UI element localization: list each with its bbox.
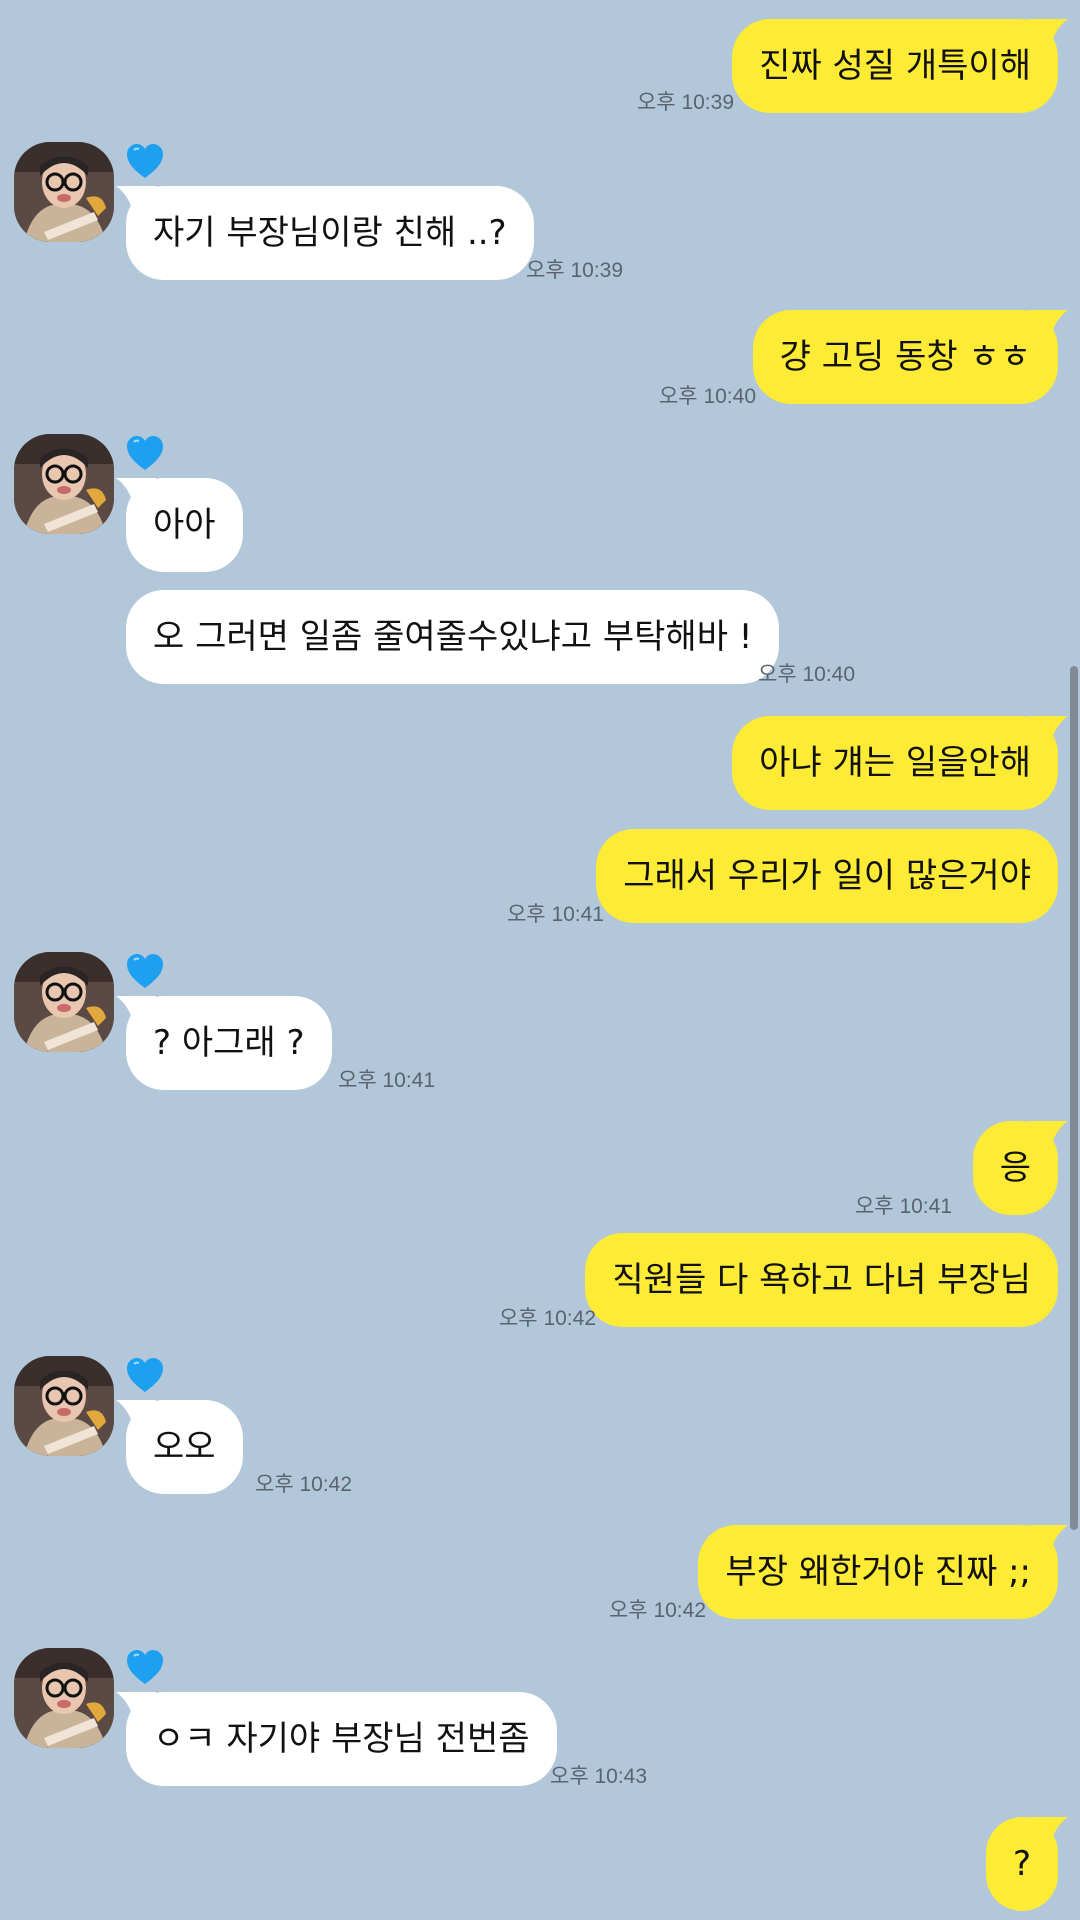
message-text: ㅇㅋ 자기야 부장님 전번좀 bbox=[153, 1719, 530, 1759]
message-time: 오후 10:40 bbox=[658, 385, 756, 408]
message-text: 아아 bbox=[153, 505, 216, 545]
scrollbar[interactable] bbox=[1070, 666, 1078, 1530]
blue-heart-icon bbox=[126, 1358, 164, 1394]
message-time: 오후 10:42 bbox=[255, 1473, 353, 1496]
contact-avatar[interactable] bbox=[14, 434, 114, 534]
blue-heart-icon bbox=[126, 954, 164, 990]
message-bubble-incoming[interactable]: ㅇㅋ 자기야 부장님 전번좀 bbox=[116, 1692, 557, 1786]
message-bubble-outgoing[interactable]: ? bbox=[985, 1817, 1068, 1911]
message-bubble-outgoing[interactable]: 걍 고딩 동창 ㅎㅎ bbox=[752, 310, 1068, 404]
message-text: 오 그러면 일좀 줄여줄수있냐고 부탁해바 ! bbox=[153, 617, 753, 657]
blue-heart-icon bbox=[126, 1650, 164, 1686]
message-bubble-incoming[interactable]: ? 아그래 ? bbox=[116, 996, 332, 1090]
chat-area[interactable]: 진짜 성질 개특이해 오후 10:39 자기 부장님이랑 친해 ..? 오후 1… bbox=[0, 0, 1080, 1920]
message-text: 걍 고딩 동창 ㅎㅎ bbox=[779, 337, 1031, 377]
blue-heart-icon bbox=[126, 436, 164, 472]
message-text: 아냐 걔는 일을안해 bbox=[759, 743, 1031, 783]
message-text: 직원들 다 욕하고 다녀 부장님 bbox=[612, 1260, 1031, 1300]
message-time: 오후 10:41 bbox=[854, 1195, 952, 1218]
contact-avatar[interactable] bbox=[14, 1356, 114, 1456]
message-time: 오후 10:39 bbox=[636, 91, 734, 114]
message-time: 오후 10:40 bbox=[758, 663, 856, 686]
message-text: 진짜 성질 개특이해 bbox=[759, 46, 1031, 86]
message-bubble-incoming[interactable]: 오오 bbox=[116, 1400, 243, 1494]
message-time: 오후 10:42 bbox=[608, 1599, 706, 1622]
message-bubble-incoming[interactable]: 아아 bbox=[116, 478, 243, 572]
contact-avatar[interactable] bbox=[14, 952, 114, 1052]
message-text: 응 bbox=[999, 1148, 1031, 1188]
contact-avatar[interactable] bbox=[14, 142, 114, 242]
message-time: 오후 10:39 bbox=[526, 259, 624, 282]
message-time: 오후 10:42 bbox=[498, 1307, 596, 1330]
message-bubble-outgoing[interactable]: 응 bbox=[972, 1121, 1068, 1215]
message-bubble-outgoing[interactable]: 진짜 성질 개특이해 bbox=[732, 19, 1068, 113]
message-time: 오후 10:43 bbox=[550, 1765, 648, 1788]
message-bubble-outgoing[interactable]: 아냐 걔는 일을안해 bbox=[732, 716, 1068, 810]
message-time: 오후 10:41 bbox=[338, 1069, 436, 1092]
message-bubble-incoming[interactable]: 자기 부장님이랑 친해 ..? bbox=[116, 186, 534, 280]
message-bubble-incoming[interactable]: 오 그러면 일좀 줄여줄수있냐고 부탁해바 ! bbox=[126, 590, 780, 684]
message-text: 그래서 우리가 일이 많은거야 bbox=[623, 856, 1031, 896]
message-text: ? bbox=[1012, 1844, 1031, 1884]
message-bubble-outgoing[interactable]: 그래서 우리가 일이 많은거야 bbox=[596, 829, 1058, 923]
message-text: 오오 bbox=[153, 1427, 216, 1467]
contact-avatar[interactable] bbox=[14, 1648, 114, 1748]
message-text: 자기 부장님이랑 친해 ..? bbox=[153, 213, 507, 253]
message-bubble-outgoing[interactable]: 직원들 다 욕하고 다녀 부장님 bbox=[585, 1233, 1058, 1327]
blue-heart-icon bbox=[126, 144, 164, 180]
message-text: ? 아그래 ? bbox=[153, 1023, 305, 1063]
message-bubble-outgoing[interactable]: 부장 왜한거야 진짜 ;; bbox=[698, 1525, 1068, 1619]
message-text: 부장 왜한거야 진짜 ;; bbox=[725, 1552, 1031, 1592]
message-time: 오후 10:41 bbox=[506, 903, 604, 926]
